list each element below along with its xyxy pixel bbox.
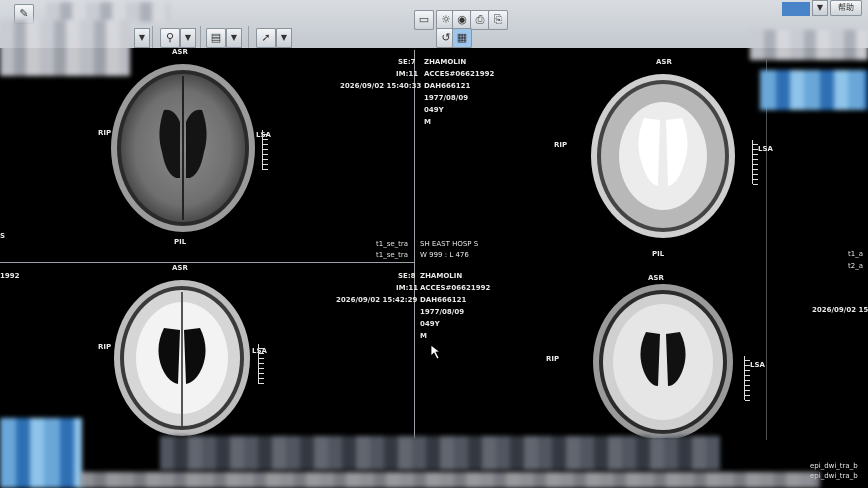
print-icon[interactable]: ⎙ (470, 10, 490, 30)
sequence-label: t1_a (848, 250, 863, 258)
mri-image-flair[interactable] (112, 278, 252, 438)
privacy-blur (80, 472, 820, 488)
blurred-title (46, 2, 170, 22)
edge-label: 1992 (0, 272, 20, 280)
scale-ruler (752, 140, 759, 185)
viewport-divider-vertical-right (766, 60, 767, 440)
scale-ruler (744, 356, 751, 401)
patient-name: ZHAMOLIN (424, 58, 467, 66)
toolbar-separator (248, 26, 249, 48)
chevron-down-icon[interactable]: ▼ (812, 0, 828, 16)
orientation-bottom: PIL (174, 238, 187, 246)
accession-number: ACCES#06621992 (420, 284, 491, 292)
window-level: W 999 : L 476 (420, 251, 469, 259)
orientation-top: ASR (172, 48, 188, 56)
image-number: IM:11 (396, 70, 419, 78)
accession-number: ACCES#06621992 (424, 70, 495, 78)
document-icon[interactable]: ▤ (206, 28, 226, 48)
scale-ruler (262, 130, 269, 170)
patient-name: ZHAMOLIN (420, 272, 463, 280)
chevron-down-icon[interactable]: ▼ (276, 28, 292, 48)
series-number: SE:8 (398, 272, 416, 280)
patient-dob: 1977/08/09 (424, 94, 469, 102)
toolbar-separator (200, 26, 201, 48)
acquisition-datetime: 2026/09/02 15:40:33 (340, 82, 422, 90)
chevron-down-icon[interactable]: ▼ (134, 28, 150, 48)
scale-ruler (258, 344, 265, 384)
privacy-blur (0, 418, 82, 488)
toolbar-separator (152, 26, 153, 48)
patient-dob: 1977/08/09 (420, 308, 465, 316)
patient-sex: M (424, 118, 431, 126)
sequence-label: t1_se_tra (376, 251, 409, 259)
folder-icon[interactable]: ▭ (414, 10, 434, 30)
grid-icon[interactable]: ▦ (452, 28, 472, 48)
print-icon[interactable]: ⎘ (488, 10, 508, 30)
stamp-icon[interactable]: ⚲ (160, 28, 180, 48)
chevron-down-icon[interactable]: ▼ (226, 28, 242, 48)
privacy-blur (760, 70, 868, 110)
arrow-icon[interactable]: ➚ (256, 28, 276, 48)
sequence-label: t1_se_tra (376, 240, 409, 248)
orientation-left: RIP (98, 128, 111, 138)
sequence-label: t2_a (848, 262, 863, 270)
sequence-label: epi_dwi_tra_b (810, 462, 858, 470)
orientation-top: ASR (648, 274, 664, 282)
orientation-top: ASR (172, 264, 188, 272)
orientation-top: ASR (656, 58, 672, 66)
image-number: IM:11 (396, 284, 419, 292)
series-number: SE:7 (398, 58, 416, 66)
privacy-blur (750, 30, 868, 60)
orientation-left: RIP (546, 354, 559, 364)
toolbar: ✎ ▼ ⚲ ▼ ▤ ▼ ➚ ▼ ▭ ☼ ◉ ⎙ ⎘ ↺ ▦ ▼ 帮助 (0, 0, 868, 48)
patient-id: DAH666121 (420, 296, 467, 304)
mri-image-t1[interactable] (108, 62, 258, 234)
patient-sex: M (420, 332, 427, 340)
acquisition-datetime: 2026/09/02 15:42:29 (336, 296, 418, 304)
top-right-field[interactable] (782, 2, 810, 16)
edge-label: S (0, 232, 6, 240)
pacs-screen: ✎ ▼ ⚲ ▼ ▤ ▼ ➚ ▼ ▭ ☼ ◉ ⎙ ⎘ ↺ ▦ ▼ 帮助 ASR P… (0, 0, 868, 488)
acquisition-datetime: 2026/09/02 15: (812, 306, 868, 314)
viewport-divider-vertical (414, 50, 415, 438)
privacy-blur (0, 20, 130, 76)
mouse-cursor-icon (430, 344, 442, 360)
viewport-divider-horizontal (0, 262, 414, 263)
help-button[interactable]: 帮助 (830, 0, 862, 16)
patient-age: 049Y (424, 106, 444, 114)
orientation-left: RIP (98, 342, 111, 352)
mri-image-dwi[interactable] (588, 282, 738, 438)
hospital-name: SH EAST HOSP S (420, 240, 479, 248)
privacy-blur (160, 436, 720, 470)
chevron-down-icon[interactable]: ▼ (180, 28, 196, 48)
patient-id: DAH666121 (424, 82, 471, 90)
patient-age: 049Y (420, 320, 440, 328)
orientation-bottom: PIL (652, 250, 665, 258)
orientation-left: RIP (554, 140, 567, 150)
camera-icon[interactable]: ◉ (452, 10, 472, 30)
mri-image-t2[interactable] (588, 72, 738, 240)
